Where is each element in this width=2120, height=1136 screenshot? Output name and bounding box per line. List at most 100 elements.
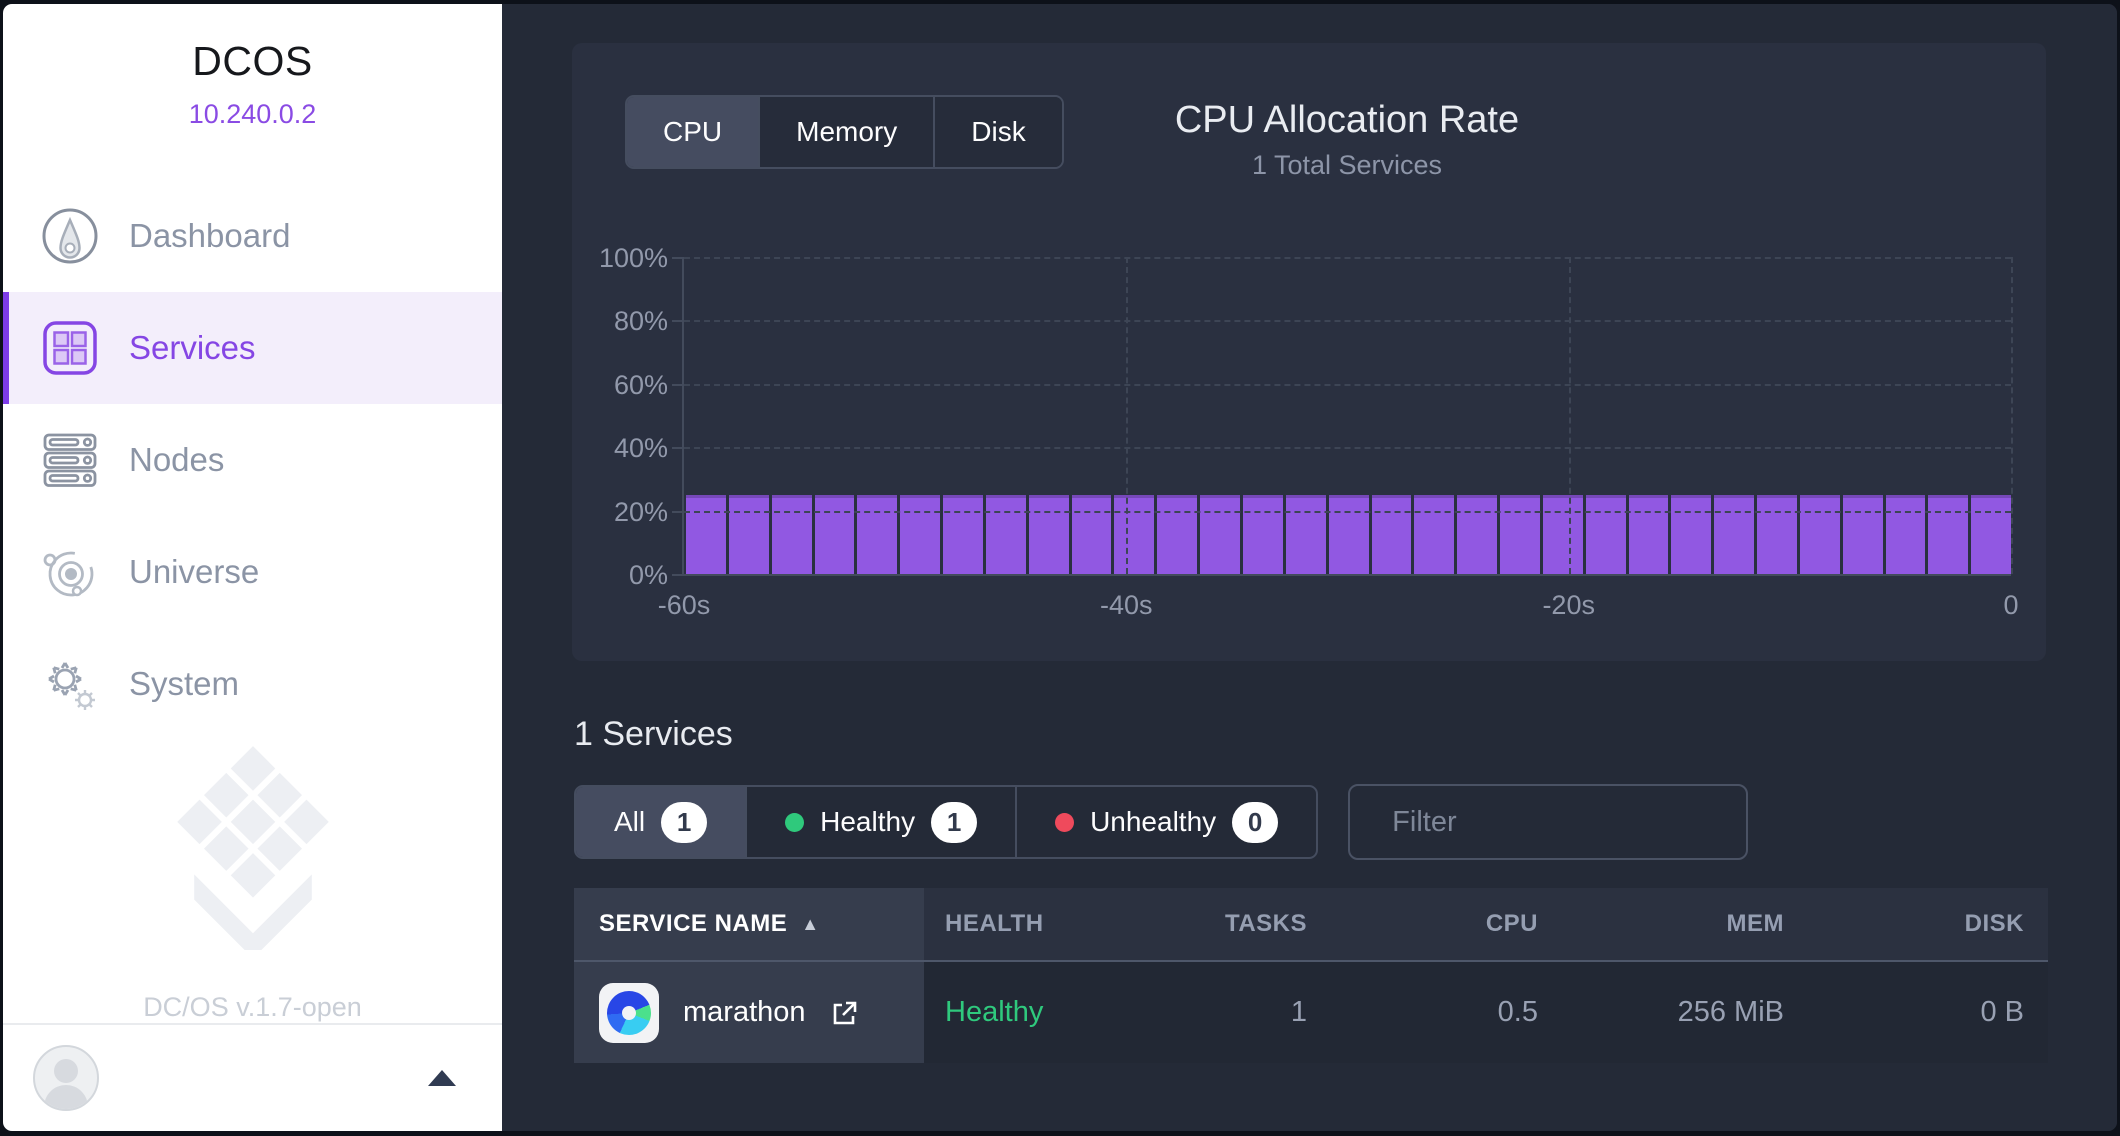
health-cell: Healthy	[924, 962, 1104, 1063]
col-header-cpu[interactable]: CPU	[1307, 888, 1538, 960]
cpu-allocation-bar	[1843, 495, 1883, 574]
sidebar-footer: DC/OS v.1.7-open	[3, 740, 502, 1023]
health-filter-group: All 1 Healthy 1 Unhealthy 0	[574, 785, 1318, 859]
cpu-allocation-bar	[986, 495, 1026, 574]
service-name[interactable]: marathon	[683, 996, 806, 1029]
sidebar-item-nodes[interactable]: Nodes	[3, 404, 502, 516]
dcos-logo-watermark	[148, 740, 358, 950]
filter-unhealthy-count: 0	[1232, 802, 1278, 843]
filter-healthy[interactable]: Healthy 1	[745, 787, 1015, 857]
chevron-up-icon[interactable]	[428, 1070, 456, 1086]
cpu-allocation-bar	[943, 495, 983, 574]
y-axis-tick-mark	[672, 511, 684, 513]
mem-cell: 256 MiB	[1538, 962, 1784, 1063]
sidebar-item-services[interactable]: Services	[3, 292, 502, 404]
col-header-mem[interactable]: MEM	[1538, 888, 1784, 960]
sidebar-item-dashboard[interactable]: Dashboard	[3, 180, 502, 292]
nodes-servers-icon	[41, 431, 99, 489]
col-header-health[interactable]: HEALTH	[924, 888, 1104, 960]
sidebar-item-universe[interactable]: Universe	[3, 516, 502, 628]
filter-healthy-label: Healthy	[820, 806, 915, 838]
filter-unhealthy[interactable]: Unhealthy 0	[1015, 787, 1316, 857]
cpu-allocation-bar	[1500, 495, 1540, 574]
sidebar-item-system[interactable]: System	[3, 628, 502, 740]
h-gridline	[684, 447, 2011, 449]
sidebar-item-label: System	[129, 665, 239, 703]
col-header-tasks[interactable]: TASKS	[1104, 888, 1307, 960]
filter-row: All 1 Healthy 1 Unhealthy 0	[574, 784, 1748, 860]
tab-cpu[interactable]: CPU	[627, 97, 758, 167]
y-axis-tick-label: 0%	[558, 560, 668, 591]
x-axis-tick-label: -20s	[1542, 590, 1595, 621]
table-row-marathon[interactable]: marathon Healthy 1 0.5 256 MiB 0 B	[574, 962, 2048, 1063]
cluster-title: DCOS	[3, 38, 502, 85]
brand: DCOS 10.240.0.2	[3, 4, 502, 130]
y-axis-tick-mark	[672, 447, 684, 449]
app-window: DCOS 10.240.0.2 Dashboard	[3, 4, 2117, 1131]
y-axis-tick-label: 80%	[558, 306, 668, 337]
main-content: CPU Memory Disk CPU Allocation Rate 1 To…	[502, 4, 2117, 1131]
tab-memory[interactable]: Memory	[758, 97, 933, 167]
marathon-swirl-icon	[607, 991, 651, 1035]
cluster-ip[interactable]: 10.240.0.2	[3, 99, 502, 130]
cpu-allocation-bar	[1243, 495, 1283, 574]
dcos-version: DC/OS v.1.7-open	[143, 992, 362, 1023]
cpu-allocation-bar	[1457, 495, 1497, 574]
y-axis-tick-mark	[672, 257, 684, 259]
filter-all[interactable]: All 1	[576, 787, 745, 857]
cpu-allocation-bar	[1543, 495, 1583, 574]
col-header-disk[interactable]: DISK	[1784, 888, 2024, 960]
cpu-allocation-bar	[772, 495, 812, 574]
cpu-allocation-bar	[1200, 495, 1240, 574]
cpu-allocation-bar	[1286, 495, 1326, 574]
cpu-allocation-bar	[1757, 495, 1797, 574]
chart-bars	[686, 257, 2011, 574]
universe-orbit-icon	[41, 543, 99, 601]
services-table: SERVICE NAME ▲ HEALTH TASKS CPU MEM DISK…	[574, 888, 2048, 1063]
h-gridline	[684, 511, 2011, 513]
cpu-allocation-chart: 100%80%60%40%20%0%-60s-40s-20s0	[682, 257, 2011, 576]
gauge-icon	[41, 207, 99, 265]
tasks-cell: 1	[1104, 962, 1307, 1063]
services-count-heading: 1 Services	[574, 715, 733, 754]
y-axis-tick-mark	[672, 320, 684, 322]
cpu-cell: 0.5	[1307, 962, 1538, 1063]
cpu-allocation-bar	[1886, 495, 1926, 574]
cpu-allocation-bar	[1029, 495, 1069, 574]
v-gridline	[1569, 257, 1571, 574]
cpu-allocation-bar	[857, 495, 897, 574]
avatar-head	[54, 1059, 78, 1083]
y-axis-tick-mark	[672, 574, 684, 576]
cpu-allocation-bar	[1414, 495, 1454, 574]
y-axis-tick-label: 100%	[558, 243, 668, 274]
cpu-allocation-bar	[686, 495, 726, 574]
cpu-allocation-bar	[1671, 495, 1711, 574]
y-axis-tick-label: 40%	[558, 433, 668, 464]
filter-unhealthy-label: Unhealthy	[1090, 806, 1216, 838]
system-gears-icon	[41, 655, 99, 713]
filter-input[interactable]	[1392, 806, 1769, 839]
cpu-allocation-bar	[1157, 495, 1197, 574]
h-gridline	[684, 257, 2011, 259]
cpu-allocation-bar	[1928, 495, 1968, 574]
healthy-dot-icon	[785, 813, 804, 832]
external-link-icon[interactable]	[830, 999, 858, 1027]
user-avatar[interactable]	[33, 1045, 99, 1111]
filter-healthy-count: 1	[931, 802, 977, 843]
filter-search-box	[1348, 784, 1748, 860]
sidebar-item-label: Dashboard	[129, 217, 290, 255]
resource-tabs: CPU Memory Disk	[625, 95, 1064, 169]
avatar-body	[44, 1085, 88, 1111]
tab-disk[interactable]: Disk	[933, 97, 1061, 167]
y-axis-tick-label: 60%	[558, 370, 668, 401]
unhealthy-dot-icon	[1055, 813, 1074, 832]
sidebar: DCOS 10.240.0.2 Dashboard	[3, 4, 502, 1131]
cpu-allocation-bar	[1800, 495, 1840, 574]
cpu-allocation-bar	[1372, 495, 1412, 574]
x-axis-tick-label: 0	[2003, 590, 2018, 621]
cpu-allocation-bar	[1714, 495, 1754, 574]
allocation-chart-panel: CPU Memory Disk CPU Allocation Rate 1 To…	[572, 43, 2046, 661]
table-header-row: SERVICE NAME ▲ HEALTH TASKS CPU MEM DISK	[574, 888, 2048, 962]
col-header-service-name[interactable]: SERVICE NAME ▲	[574, 888, 924, 960]
sort-ascending-icon: ▲	[801, 914, 819, 935]
